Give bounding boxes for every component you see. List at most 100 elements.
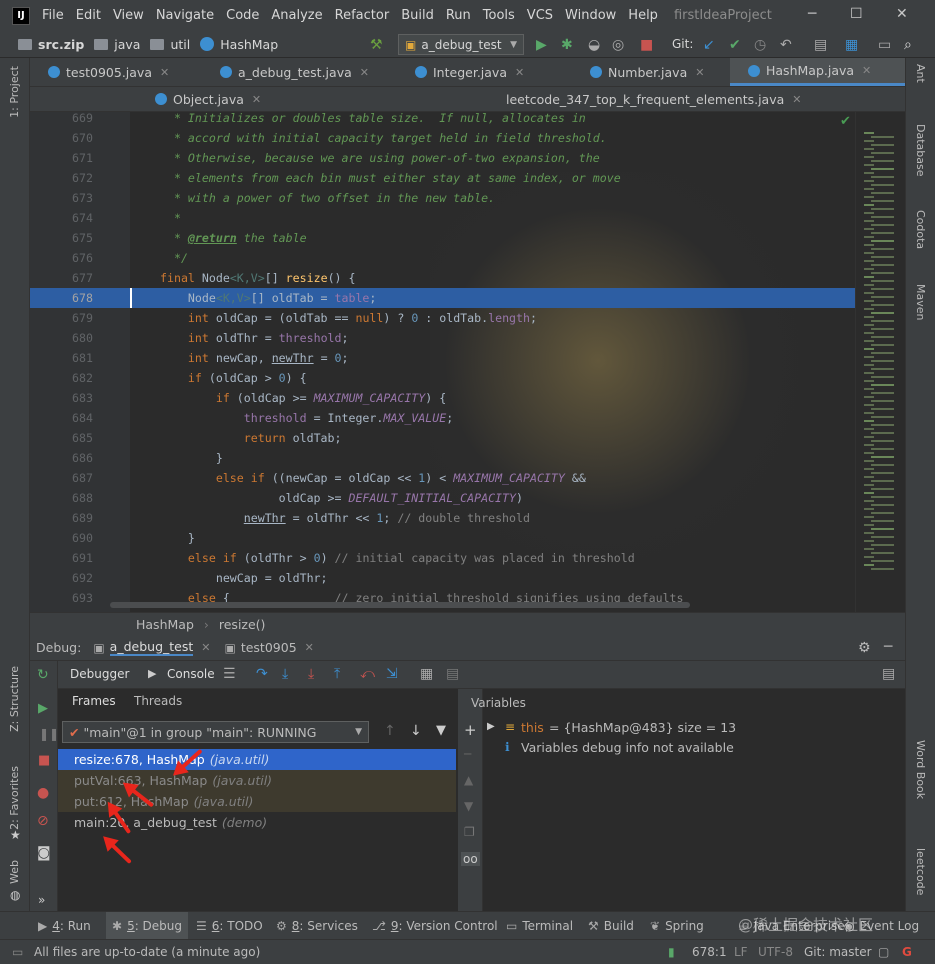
prev-frame-icon[interactable]: ↑ xyxy=(384,723,396,739)
frame-item[interactable]: resize:678, HashMap (java.util) xyxy=(58,749,456,770)
tab-console[interactable]: Console xyxy=(167,667,215,681)
line-number[interactable]: 689 xyxy=(30,508,93,528)
tab-object[interactable]: Object.java ✕ xyxy=(155,87,375,111)
project-structure-icon[interactable]: ▤ xyxy=(814,37,827,53)
status-toggle-icon[interactable]: ▭ xyxy=(12,945,23,959)
horizontal-scrollbar[interactable] xyxy=(110,602,690,608)
code-line[interactable]: 692 newCap = oldThr; xyxy=(30,568,855,588)
filter-icon[interactable]: ▼ xyxy=(436,723,446,738)
code-line[interactable]: 677 final Node<K,V>[] resize() { xyxy=(30,268,855,288)
tab-number[interactable]: Number.java ✕ xyxy=(590,58,740,86)
git-branch[interactable]: Git: master xyxy=(804,945,872,959)
line-number[interactable]: 676 xyxy=(30,248,93,268)
maximize-icon[interactable]: ☐ xyxy=(850,6,863,22)
code-line[interactable]: 679 int oldCap = (oldTab == null) ? 0 : … xyxy=(30,308,855,328)
menu-build[interactable]: Build xyxy=(401,8,434,23)
stop-debug-icon[interactable]: ■ xyxy=(38,753,50,768)
close-session-icon[interactable]: ✕ xyxy=(201,641,210,654)
code-line[interactable]: 690 } xyxy=(30,528,855,548)
show-execution-point-icon[interactable]: ☰ xyxy=(223,666,236,682)
search-icon[interactable]: ⌕ xyxy=(904,37,912,53)
session-tab-test0905[interactable]: test0905 xyxy=(241,640,297,655)
resume-icon[interactable]: ▶ xyxy=(38,701,48,716)
line-number[interactable]: 687 xyxy=(30,468,93,488)
tool-window-database[interactable]: Database xyxy=(914,124,927,177)
copy-icon[interactable]: ❐ xyxy=(464,825,475,839)
line-number[interactable]: 680 xyxy=(30,328,93,348)
bottom-tool-versioncontrol[interactable]: ⎇ 9: Version Control xyxy=(372,919,498,933)
close-tab-icon[interactable]: ✕ xyxy=(792,93,801,106)
bottom-tool-services[interactable]: ⚙ 8: Services xyxy=(276,919,358,933)
add-watch-icon[interactable]: + xyxy=(464,721,477,739)
line-number[interactable]: 677 xyxy=(30,268,93,288)
tool-window-favorites[interactable]: 2: Favorites xyxy=(8,766,21,830)
line-number[interactable]: 691 xyxy=(30,548,93,568)
run-config-select[interactable]: ▣ a_debug_test ▼ xyxy=(398,34,524,55)
tool-window-web[interactable]: Web xyxy=(8,860,21,884)
tab-threads[interactable]: Threads xyxy=(134,689,182,713)
code-line[interactable]: 689 newThr = oldThr << 1; // double thre… xyxy=(30,508,855,528)
close-tab-icon[interactable]: ✕ xyxy=(360,66,369,79)
close-session-icon[interactable]: ✕ xyxy=(305,641,314,654)
tool-window-codota[interactable]: Codota xyxy=(914,210,927,249)
code-line[interactable]: 688 oldCap >= DEFAULT_INITIAL_CAPACITY) xyxy=(30,488,855,508)
code-line[interactable]: 691 else if (oldThr > 0) // initial capa… xyxy=(30,548,855,568)
tab-leetcode-347[interactable]: leetcode_347_top_k_frequent_elements.jav… xyxy=(500,87,802,111)
code-line[interactable]: 681 int newCap, newThr = 0; xyxy=(30,348,855,368)
view-breakpoints-icon[interactable]: ● xyxy=(37,785,49,801)
tab-test0905[interactable]: test0905.java ✕ xyxy=(48,58,198,86)
breadcrumb-class[interactable]: HashMap xyxy=(136,617,194,632)
line-number[interactable]: 674 xyxy=(30,208,93,228)
menu-refactor[interactable]: Refactor xyxy=(335,8,390,23)
bottom-tool-debug[interactable]: ✱ 5: Debug xyxy=(106,912,189,940)
tool-window-word-book[interactable]: Word Book xyxy=(914,740,927,799)
close-tab-icon[interactable]: ✕ xyxy=(160,66,169,79)
line-number[interactable]: 673 xyxy=(30,188,93,208)
line-number[interactable]: 678 xyxy=(30,288,93,308)
menu-help[interactable]: Help xyxy=(628,8,658,23)
line-number[interactable]: 670 xyxy=(30,128,93,148)
evaluate-expression-icon[interactable]: ▦ xyxy=(420,666,433,682)
code-line[interactable]: 683 if (oldCap >= MAXIMUM_CAPACITY) { xyxy=(30,388,855,408)
presentation-icon[interactable]: ▭ xyxy=(878,37,891,53)
crumb-util[interactable]: util xyxy=(170,37,190,52)
next-frame-icon[interactable]: ↓ xyxy=(410,723,422,739)
close-tab-icon[interactable]: ✕ xyxy=(695,66,704,79)
line-number[interactable]: 679 xyxy=(30,308,93,328)
crumb-java[interactable]: java xyxy=(114,37,140,52)
menu-navigate[interactable]: Navigate xyxy=(156,8,214,23)
tool-window-maven[interactable]: Maven xyxy=(914,284,927,320)
tab-frames[interactable]: Frames xyxy=(72,689,116,713)
line-number[interactable]: 672 xyxy=(30,168,93,188)
close-window-icon[interactable]: ✕ xyxy=(896,6,908,22)
git-rollback-icon[interactable]: ↶ xyxy=(780,37,792,53)
git-update-icon[interactable]: ↙ xyxy=(703,37,715,53)
code-line[interactable]: 685 return oldTab; xyxy=(30,428,855,448)
force-step-into-icon[interactable]: ⤓ xyxy=(308,666,314,682)
line-number[interactable]: 693 xyxy=(30,588,93,608)
bottom-tool-build[interactable]: ⚒ Build xyxy=(588,919,634,933)
menu-window[interactable]: Window xyxy=(565,8,616,23)
bottom-tool-spring[interactable]: ❦ Spring xyxy=(650,919,704,933)
line-number[interactable]: 692 xyxy=(30,568,93,588)
hide-panel-icon[interactable]: ─ xyxy=(884,639,892,655)
menu-vcs[interactable]: VCS xyxy=(527,8,553,23)
line-number[interactable]: 671 xyxy=(30,148,93,168)
close-tab-icon[interactable]: ✕ xyxy=(252,93,261,106)
tab-integer[interactable]: Integer.java ✕ xyxy=(415,58,565,86)
bottom-tool-run[interactable]: ▶ 4: Run xyxy=(38,919,91,933)
code-line[interactable]: 684 threshold = Integer.MAX_VALUE; xyxy=(30,408,855,428)
translate-icon[interactable]: ▦ xyxy=(845,37,858,53)
tab-debugger[interactable]: Debugger xyxy=(70,667,129,681)
crumb-hashmap[interactable]: HashMap xyxy=(220,37,278,52)
camera-icon[interactable]: ◙ xyxy=(37,845,51,861)
menu-tools[interactable]: Tools xyxy=(483,8,515,23)
line-number[interactable]: 669 xyxy=(30,112,93,128)
tab-a-debug-test[interactable]: a_debug_test.java ✕ xyxy=(220,58,400,86)
stop-icon[interactable]: ■ xyxy=(640,37,653,53)
code-line[interactable]: 674 * xyxy=(30,208,855,228)
build-hammer-icon[interactable]: ⚒ xyxy=(370,37,383,53)
code-line[interactable]: 669 * Initializes or doubles table size.… xyxy=(30,112,855,128)
expand-arrow-icon[interactable]: ▶ xyxy=(487,721,495,732)
trace-stream-icon[interactable]: ▤ xyxy=(446,666,459,682)
